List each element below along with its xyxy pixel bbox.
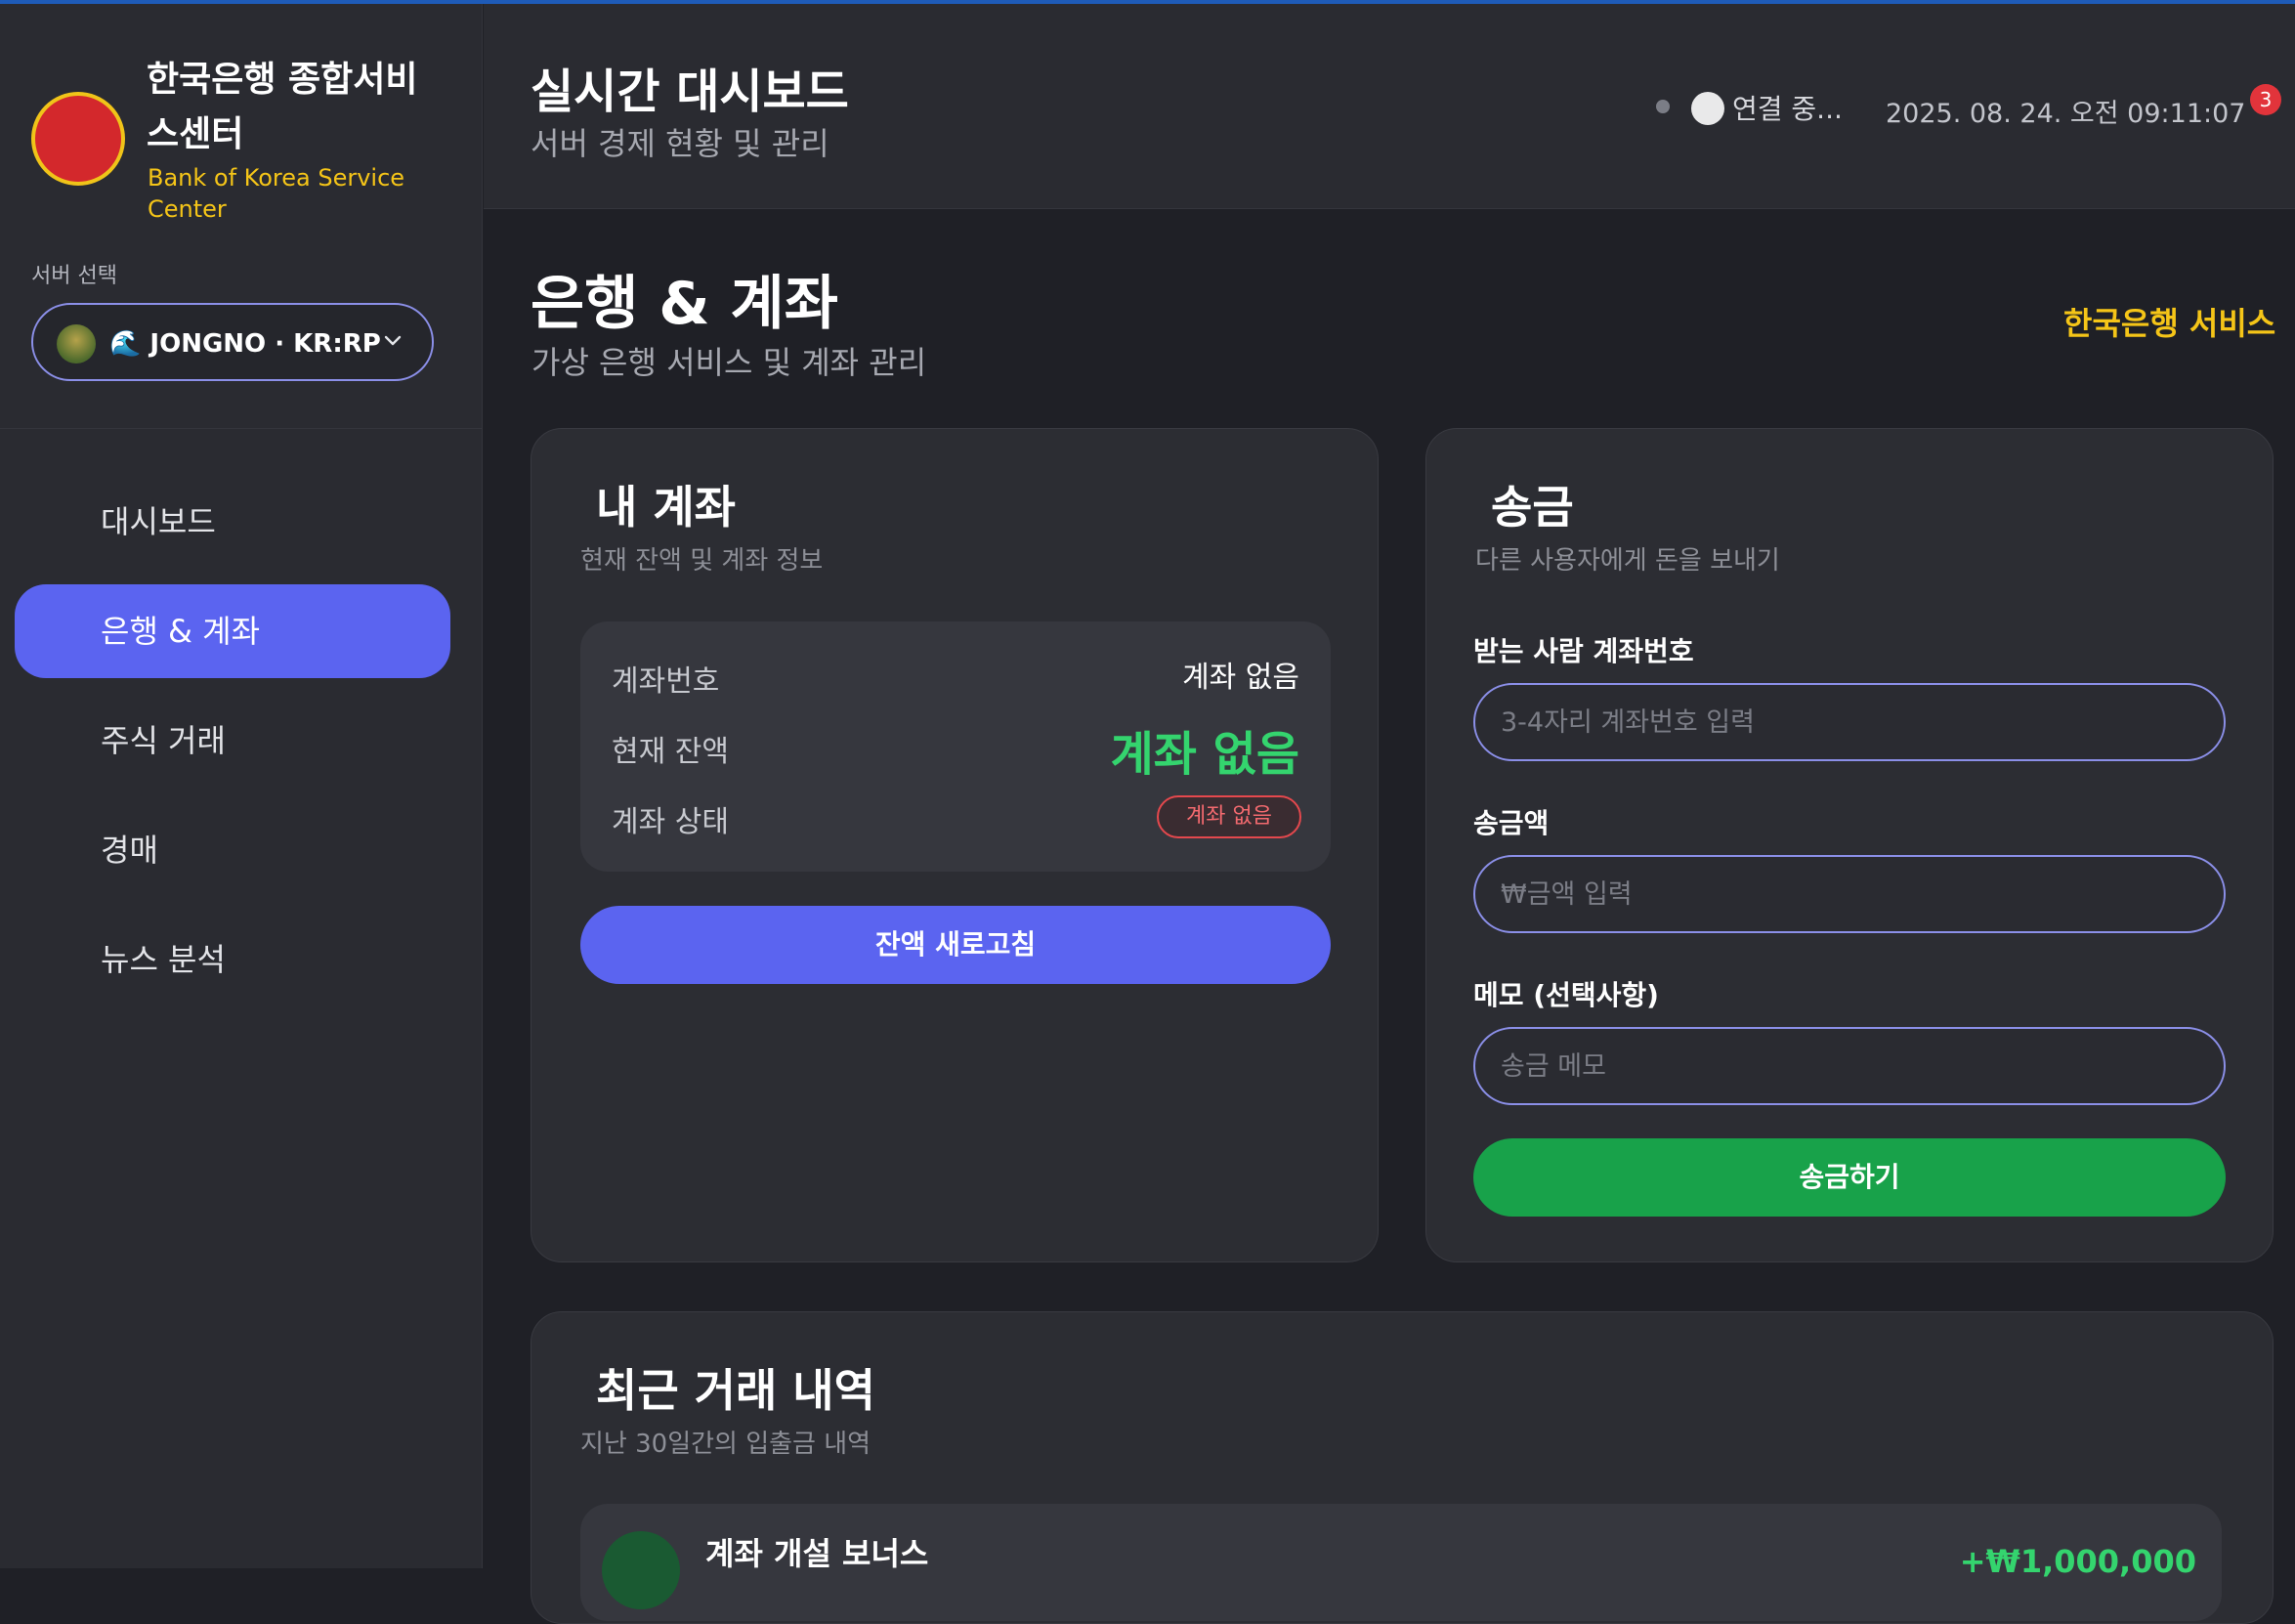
transfer-card-subtitle: 다른 사용자에게 돈을 보내기 (1475, 546, 1780, 576)
transaction-title: 계좌 개설 보너스 (705, 1535, 929, 1572)
transactions-card-title: 최근 거래 내역 (596, 1364, 875, 1417)
account-number-value: 계좌 없음 (1182, 661, 1299, 695)
transaction-row[interactable]: 계좌 개설 보너스 +₩1,000,000 (580, 1504, 2222, 1621)
bank-logo (31, 92, 125, 186)
transfer-card: 송금 다른 사용자에게 돈을 보내기 받는 사람 계좌번호 송금액 메모 (선택… (1425, 428, 2274, 1262)
server-select[interactable]: 🌊 JONGNO · KR:RP (31, 303, 434, 381)
account-status-label: 계좌 상태 (612, 805, 729, 839)
transfer-card-title: 송금 (1491, 481, 1574, 534)
brand-subtitle: Bank of Korea Service Center (148, 164, 405, 223)
amount-input[interactable] (1473, 855, 2226, 933)
my-account-card: 내 계좌 현재 잔액 및 계좌 정보 계좌번호 계좌 없음 현재 잔액 계좌 없… (531, 428, 1379, 1262)
transaction-amount: +₩1,000,000 (1959, 1543, 2196, 1580)
server-name: 🌊 JONGNO · KR:RP (109, 329, 381, 359)
balance-label: 현재 잔액 (612, 735, 729, 769)
sidebar: 한국은행 종합서비스센터 Bank of Korea Service Cente… (0, 4, 483, 1568)
current-datetime: 2025. 08. 24. 오전 09:11:07 (1886, 99, 2246, 129)
memo-input[interactable] (1473, 1027, 2226, 1105)
nav-item-news-analysis[interactable]: 뉴스 분석 (15, 913, 450, 1006)
account-card-subtitle: 현재 잔액 및 계좌 정보 (580, 546, 824, 576)
memo-label: 메모 (선택사항) (1473, 979, 1659, 1011)
recipient-account-label: 받는 사람 계좌번호 (1473, 635, 1694, 667)
account-number-label: 계좌번호 (612, 664, 720, 699)
connection-status-text: 연결 중... (1732, 93, 1843, 125)
bank-service-link[interactable]: 한국은행 서비스 (2063, 299, 2275, 344)
send-money-button[interactable]: 송금하기 (1473, 1138, 2226, 1217)
server-avatar (57, 324, 96, 363)
refresh-balance-button[interactable]: 잔액 새로고침 (580, 906, 1331, 984)
deposit-icon (602, 1531, 680, 1609)
server-select-label: 서버 선택 (31, 264, 117, 288)
balance-value: 계좌 없음 (1110, 727, 1299, 782)
header-title: 실시간 대시보드 (531, 64, 849, 119)
recent-transactions-card: 최근 거래 내역 지난 30일간의 입출금 내역 계좌 개설 보너스 +₩1,0… (531, 1311, 2274, 1624)
header-subtitle: 서버 경제 현황 및 관리 (531, 125, 829, 162)
nav-item-dashboard[interactable]: 대시보드 (15, 475, 450, 569)
brand-name: 한국은행 종합서비스센터 (147, 60, 418, 154)
connection-status-dot (1656, 100, 1670, 113)
connection-status-icon (1691, 92, 1724, 125)
recipient-account-input[interactable] (1473, 683, 2226, 761)
notification-badge[interactable]: 3 (2250, 84, 2281, 115)
transactions-card-subtitle: 지난 30일간의 입출금 내역 (580, 1430, 871, 1459)
nav-item-bank-account[interactable]: 은행 & 계좌 (15, 584, 450, 678)
account-card-title: 내 계좌 (596, 481, 736, 534)
account-status-badge: 계좌 없음 (1157, 795, 1301, 838)
sidebar-divider (0, 428, 483, 429)
top-header: 실시간 대시보드 서버 경제 현황 및 관리 연결 중... 2025. 08.… (484, 4, 2295, 209)
amount-label: 송금액 (1473, 807, 1550, 839)
account-info-box: 계좌번호 계좌 없음 현재 잔액 계좌 없음 계좌 상태 계좌 없음 (580, 621, 1331, 872)
page-title: 은행 & 계좌 (531, 270, 838, 338)
nav-item-auction[interactable]: 경매 (15, 803, 450, 897)
chevron-down-icon (384, 335, 402, 346)
nav-item-stock-trading[interactable]: 주식 거래 (15, 694, 450, 788)
page-subtitle: 가상 은행 서비스 및 계좌 관리 (531, 344, 927, 381)
